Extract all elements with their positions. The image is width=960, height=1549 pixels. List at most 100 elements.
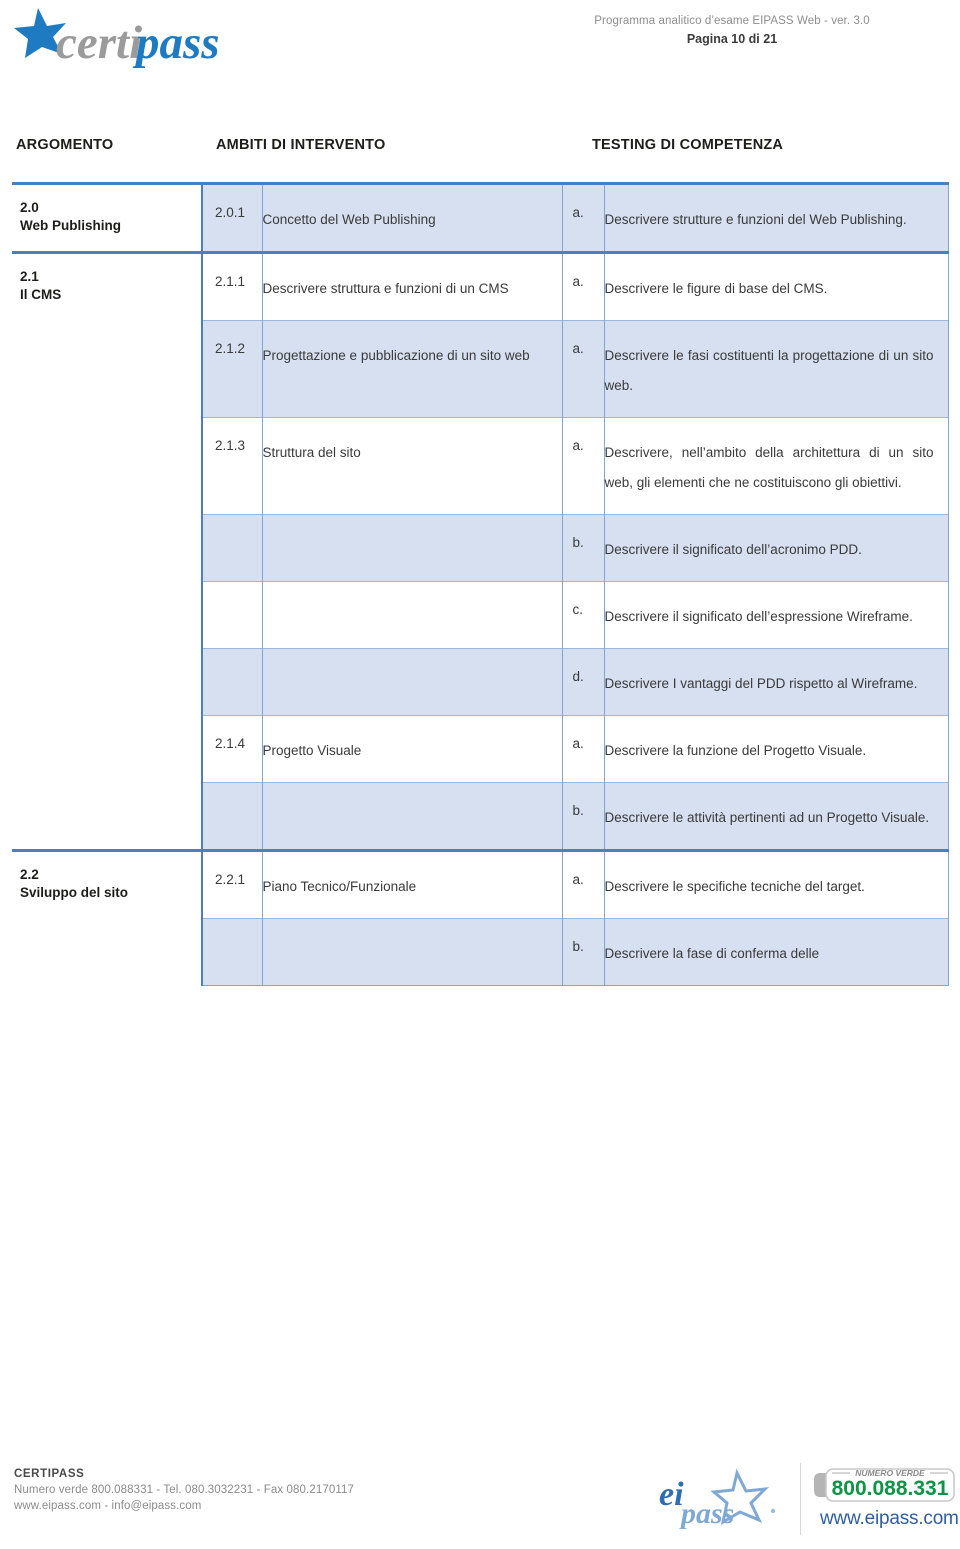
footer-divider [800, 1463, 801, 1535]
column-heading-testing: TESTING DI COMPETENZA [592, 137, 784, 153]
row-letter: b. [572, 939, 584, 954]
row-letter-cell: b. [562, 782, 605, 851]
row-test: Descrivere strutture e funzioni del Web … [604, 212, 907, 227]
row-area [263, 649, 562, 685]
page-header: certi pass Programma analitico d’esame E… [0, 0, 960, 100]
row-area-cell [262, 581, 563, 649]
row-area-cell [262, 918, 563, 986]
row-area [263, 919, 562, 955]
row-letter-cell: a. [562, 849, 605, 919]
topic-number: 2.1 [20, 269, 39, 284]
row-number-cell [201, 581, 263, 649]
topic-cell: 2.2 Sviluppo del sito [12, 849, 202, 986]
row-test: Descrivere la funzione del Progetto Visu… [604, 743, 867, 758]
row-letter-cell: b. [562, 918, 605, 986]
numero-verde-badge: NUMERO VERDE 800.088.331 [812, 1463, 955, 1505]
certipass-logo: certi pass [8, 6, 223, 68]
numero-verde-block: NUMERO VERDE 800.088.331 www.eipass.com [812, 1463, 959, 1530]
row-test: Descrivere il significato dell’espressio… [604, 609, 913, 624]
row-letter-cell: a. [562, 251, 605, 321]
row-area-cell [262, 514, 563, 582]
topic-number: 2.2 [20, 867, 39, 882]
eipass-logo-svg: ei pass [659, 1468, 776, 1530]
row-area: Struttura del sito [262, 445, 361, 460]
topic-cell: 2.0 Web Publishing [12, 182, 202, 253]
topic-name: Sviluppo del sito [20, 885, 129, 900]
row-number-cell: 2.1.1 [201, 251, 263, 321]
syllabus-table-body: 2.0 Web Publishing 2.0.1 Concetto del Web P… [12, 182, 949, 986]
row-number-cell: 2.1.4 [201, 715, 263, 783]
row-area-cell: Descrivere struttura e funzioni di un CM… [262, 251, 563, 321]
page-indicator: Pagina 10 di 21 [686, 32, 778, 46]
row-letter: c. [572, 602, 584, 617]
row-area-cell: Struttura del sito [262, 417, 563, 515]
row-test: Descrivere le figure di base del CMS. [604, 281, 828, 296]
row-letter-cell: a. [562, 417, 605, 515]
row-area: Progettazione e pubblicazione di un sito… [262, 348, 530, 363]
row-number: 2.1.4 [215, 736, 246, 751]
footer-org-name: CERTIPASS [14, 1468, 85, 1480]
row-letter-cell: b. [562, 514, 605, 582]
row-letter: b. [572, 535, 584, 550]
row-number [203, 783, 262, 819]
logo-word-certi: certi [56, 17, 142, 68]
registered-mark-icon [770, 1508, 776, 1514]
row-letter-cell: a. [562, 715, 605, 783]
logo-word-pass: pass [132, 17, 220, 68]
topic-name: Il CMS [20, 287, 62, 302]
row-area-cell: Progetto Visuale [262, 715, 563, 783]
row-letter: a. [572, 341, 584, 356]
row-number: 2.1.3 [215, 438, 246, 453]
table-row: 2.0 Web Publishing 2.0.1 Concetto del Web P… [12, 182, 949, 253]
row-area-cell [262, 648, 563, 716]
row-number-cell: 2.2.1 [201, 849, 263, 919]
document-title: Programma analitico d’esame EIPASS Web -… [594, 15, 870, 27]
row-letter-cell: c. [562, 581, 605, 649]
row-area [263, 515, 562, 551]
row-area [263, 582, 562, 618]
row-letter: a. [572, 872, 584, 887]
row-test-cell: Descrivere le specifiche tecniche del ta… [604, 849, 949, 919]
row-number [203, 582, 262, 618]
row-test-cell: Descrivere la fase di conferma delle [604, 918, 949, 986]
row-test-cell: Descrivere la funzione del Progetto Visu… [604, 715, 949, 783]
row-test: Descrivere, nell’ambito della architettu… [604, 445, 934, 490]
row-test-cell: Descrivere le fasi costituenti la proget… [604, 320, 949, 418]
topic-label: 2.0 Web Publishing [12, 185, 201, 249]
row-number: 2.2.1 [215, 872, 246, 887]
row-letter: a. [572, 736, 584, 751]
row-letter: a. [572, 205, 584, 220]
page-footer: CERTIPASS Numero verde 800.088331 - Tel.… [0, 1455, 960, 1549]
row-letter-cell: d. [562, 648, 605, 716]
numero-verde-svg: NUMERO VERDE 800.088.331 [814, 1468, 955, 1502]
row-letter: a. [572, 438, 584, 453]
topic-name: Web Publishing [20, 218, 121, 233]
row-number [203, 649, 262, 685]
topic-cell: 2.1 Il CMS [12, 251, 202, 851]
row-area [263, 783, 562, 819]
syllabus-table: 2.0 Web Publishing 2.0.1 Concetto del Web P… [12, 182, 949, 986]
row-number-cell [201, 648, 263, 716]
footer-contact-line: Numero verde 800.088331 - Tel. 080.30322… [14, 1484, 354, 1496]
row-number: 2.1.1 [215, 274, 246, 289]
row-area-cell: Progettazione e pubblicazione di un sito… [262, 320, 563, 418]
phone-handset-icon [814, 1473, 826, 1497]
eipass-logo-pass: pass [678, 1497, 734, 1529]
row-area: Concetto del Web Publishing [262, 212, 436, 227]
row-area: Piano Tecnico/Funzionale [262, 879, 417, 894]
row-test-cell: Descrivere il significato dell’espressio… [604, 581, 949, 649]
row-test: Descrivere I vantaggi del PDD rispetto a… [604, 676, 918, 691]
footer-contact-block: CERTIPASS Numero verde 800.088331 - Tel.… [14, 1467, 354, 1514]
row-number [203, 919, 262, 955]
row-test-cell: Descrivere I vantaggi del PDD rispetto a… [604, 648, 949, 716]
row-test: Descrivere le attività pertinenti ad un … [604, 810, 930, 825]
table-row: 2.2 Sviluppo del sito 2.2.1 Piano Tecnico/F… [12, 849, 949, 986]
row-number-cell [201, 918, 263, 986]
row-number-cell [201, 782, 263, 851]
row-number-cell: 2.0.1 [201, 182, 263, 253]
row-number-cell: 2.1.2 [201, 320, 263, 418]
row-letter: a. [572, 274, 584, 289]
row-area-cell: Piano Tecnico/Funzionale [262, 849, 563, 919]
topic-label: 2.1 Il CMS [12, 254, 201, 318]
footer-website: www.eipass.com [820, 1508, 959, 1529]
